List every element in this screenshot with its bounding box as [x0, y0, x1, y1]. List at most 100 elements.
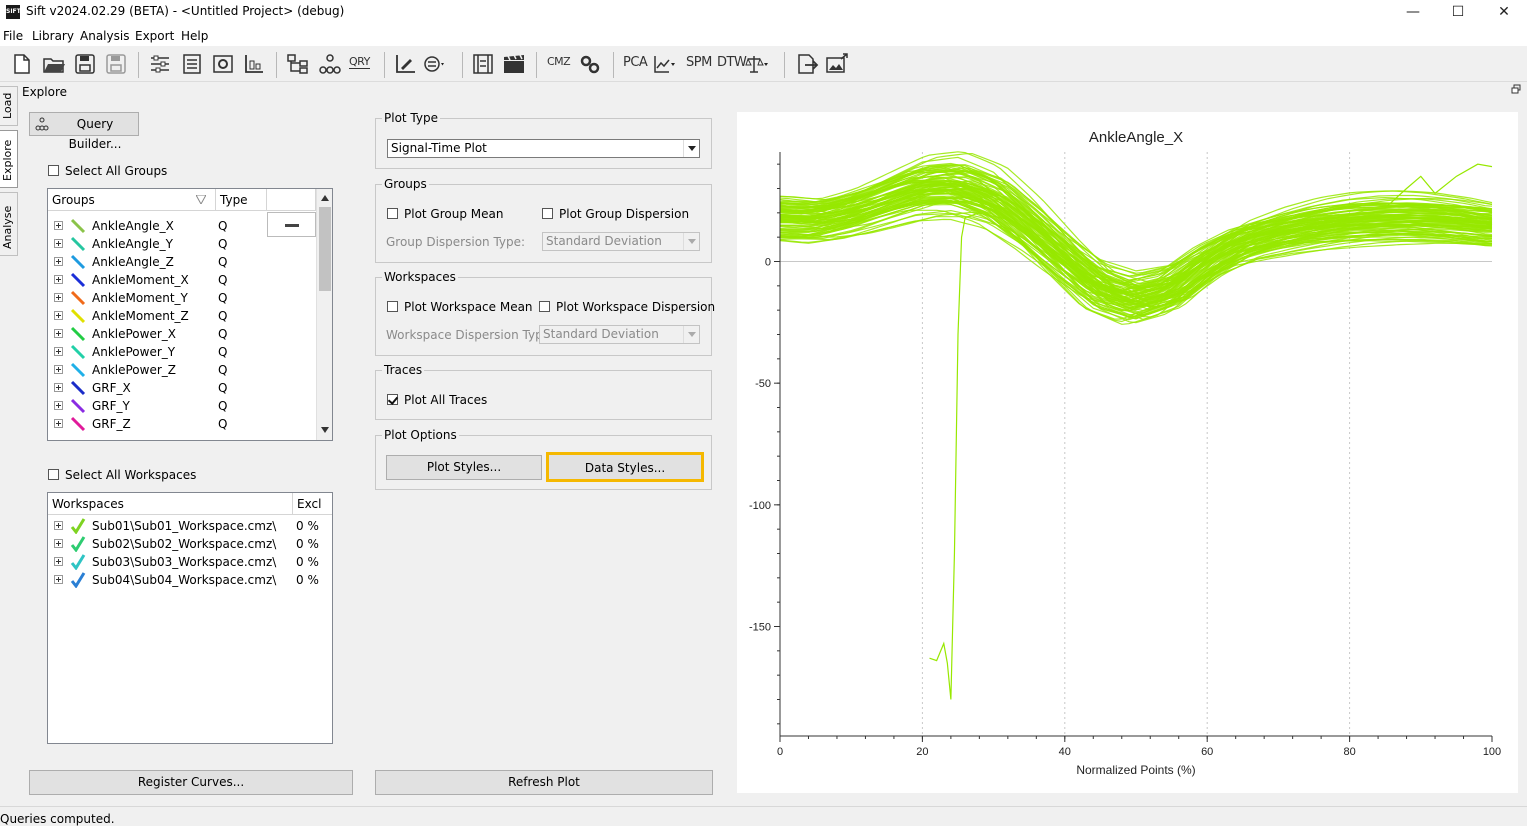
data-styles-button[interactable]: Data Styles...: [546, 452, 704, 482]
edit-chart-icon[interactable]: [394, 53, 418, 75]
spm-toolbar-button[interactable]: SPM: [686, 55, 712, 70]
plot-group-dispersion-checkbox[interactable]: [542, 208, 553, 219]
groups-column-header[interactable]: Groups: [48, 189, 216, 211]
tab-analyse[interactable]: Analyse: [0, 192, 18, 256]
line-chart-icon[interactable]: [652, 53, 676, 75]
undock-icon[interactable]: [1511, 84, 1521, 94]
cmz-toolbar-button[interactable]: CMZ: [547, 55, 571, 68]
plot-type-select[interactable]: Signal-Time Plot: [387, 139, 700, 158]
expand-icon[interactable]: [54, 401, 63, 410]
query-builder-button[interactable]: Query Builder...: [29, 112, 139, 151]
plot-workspace-dispersion-checkbox[interactable]: [539, 301, 550, 312]
expand-icon[interactable]: [54, 575, 63, 584]
blank-column-header[interactable]: [267, 189, 316, 211]
balance-scale-icon[interactable]: [745, 53, 769, 75]
checkmark-icon: [70, 518, 86, 534]
hierarchy-icon[interactable]: [286, 53, 310, 75]
dtw-toolbar-button[interactable]: DTW: [717, 55, 747, 70]
chart-axis-icon[interactable]: [242, 53, 266, 75]
clapper-icon[interactable]: [502, 53, 526, 75]
workspace-dispersion-type-select[interactable]: Standard Deviation: [539, 325, 700, 344]
group-row[interactable]: AnklePower_Z Q: [48, 361, 316, 379]
groups-scroll-thumb[interactable]: [319, 207, 331, 291]
expand-icon[interactable]: [54, 521, 63, 530]
open-folder-icon[interactable]: [42, 53, 66, 75]
workspace-row[interactable]: Sub01\Sub01_Workspace.cmz\ 0 %: [48, 517, 332, 535]
workspace-row[interactable]: Sub02\Sub02_Workspace.cmz\ 0 %: [48, 535, 332, 553]
group-row[interactable]: AnkleMoment_Z Q: [48, 307, 316, 325]
group-row[interactable]: AnklePower_Y Q: [48, 343, 316, 361]
expand-icon[interactable]: [54, 539, 63, 548]
group-row[interactable]: GRF_X Q: [48, 379, 316, 397]
plot-group-mean-checkbox[interactable]: [387, 208, 398, 219]
plot-options-group: Plot Options Plot Styles... Data Styles.…: [375, 428, 712, 490]
group-name: GRF_Y: [92, 399, 130, 413]
tab-explore[interactable]: Explore: [0, 130, 18, 188]
select-all-groups-checkbox[interactable]: [48, 165, 59, 176]
expand-icon[interactable]: [54, 257, 63, 266]
groups-tree-icon[interactable]: [318, 53, 342, 75]
workspace-row[interactable]: Sub04\Sub04_Workspace.cmz\ 0 %: [48, 571, 332, 589]
excl-column-header[interactable]: Excl: [293, 493, 332, 515]
export-icon[interactable]: [795, 53, 819, 75]
menu-help[interactable]: Help: [181, 29, 208, 43]
expand-icon[interactable]: [54, 239, 63, 248]
maximize-button[interactable]: ☐: [1435, 0, 1481, 26]
new-file-icon[interactable]: [10, 53, 34, 75]
collapse-indicator-icon[interactable]: [267, 212, 316, 237]
group-row[interactable]: AnklePower_X Q: [48, 325, 316, 343]
workspaces-column-header[interactable]: Workspaces: [48, 493, 293, 515]
expand-icon[interactable]: [54, 557, 63, 566]
select-all-workspaces-checkbox[interactable]: [48, 469, 59, 480]
expand-icon[interactable]: [54, 347, 63, 356]
filter-icon[interactable]: [422, 53, 446, 75]
type-column-header[interactable]: Type: [216, 189, 267, 211]
groups-scrollbar[interactable]: [316, 189, 332, 440]
signal-time-chart[interactable]: AnkleAngle_X 0 20 40 60 80 100 0 -50 -100 -150 No…: [737, 112, 1518, 793]
group-dispersion-type-select[interactable]: Standard Deviation: [542, 232, 700, 251]
group-row[interactable]: AnkleAngle_Z Q: [48, 253, 316, 271]
expand-icon[interactable]: [54, 365, 63, 374]
expand-icon[interactable]: [54, 383, 63, 392]
group-row[interactable]: AnkleAngle_Y Q: [48, 235, 316, 253]
workspace-row[interactable]: Sub03\Sub03_Workspace.cmz\ 0 %: [48, 553, 332, 571]
group-row[interactable]: AnkleMoment_X Q: [48, 271, 316, 289]
workspaces-tree[interactable]: Workspaces Excl Sub01\Sub01_Workspace.cm…: [47, 492, 333, 744]
expand-icon[interactable]: [54, 419, 63, 428]
expand-icon[interactable]: [54, 329, 63, 338]
close-button[interactable]: ✕: [1481, 0, 1527, 26]
settings-sliders-icon[interactable]: [148, 53, 172, 75]
register-curves-button[interactable]: Register Curves...: [29, 770, 353, 795]
export-image-icon[interactable]: [825, 53, 849, 75]
menu-library[interactable]: Library: [32, 29, 74, 43]
pca-toolbar-button[interactable]: PCA: [623, 55, 648, 70]
expand-icon[interactable]: [54, 275, 63, 284]
menu-file[interactable]: File: [3, 29, 23, 43]
film-strip-icon[interactable]: [471, 53, 495, 75]
query-toolbar-button[interactable]: QRY: [349, 55, 370, 69]
plot-workspace-mean-checkbox[interactable]: [387, 301, 398, 312]
expand-icon[interactable]: [54, 221, 63, 230]
process-gear-icon[interactable]: [211, 53, 235, 75]
group-row[interactable]: GRF_Z Q: [48, 415, 316, 433]
menu-analysis[interactable]: Analysis: [80, 29, 129, 43]
expand-icon[interactable]: [54, 293, 63, 302]
gears-icon[interactable]: [578, 53, 602, 75]
group-row[interactable]: AnkleMoment_Y Q: [48, 289, 316, 307]
groups-tree[interactable]: Groups Type AnkleAngle_X Q AnkleAngle_Y Q An…: [47, 188, 333, 441]
refresh-plot-button[interactable]: Refresh Plot: [375, 770, 713, 795]
plot-styles-button[interactable]: Plot Styles...: [386, 455, 542, 480]
group-row[interactable]: GRF_Y Q: [48, 397, 316, 415]
plot-all-traces-checkbox[interactable]: [387, 394, 398, 405]
plot-panel[interactable]: AnkleAngle_X 0 20 40 60 80 100 0 -50 -100 -150 No…: [737, 112, 1518, 793]
save-as-icon[interactable]: [104, 53, 128, 75]
report-icon[interactable]: [180, 53, 204, 75]
minimize-button[interactable]: —: [1390, 0, 1436, 26]
tab-load[interactable]: Load: [0, 86, 18, 126]
scroll-up-icon[interactable]: [321, 195, 329, 201]
scroll-down-icon[interactable]: [321, 427, 329, 433]
expand-icon[interactable]: [54, 311, 63, 320]
group-type: Q: [218, 345, 228, 359]
menu-export[interactable]: Export: [135, 29, 174, 43]
save-icon[interactable]: [73, 53, 97, 75]
